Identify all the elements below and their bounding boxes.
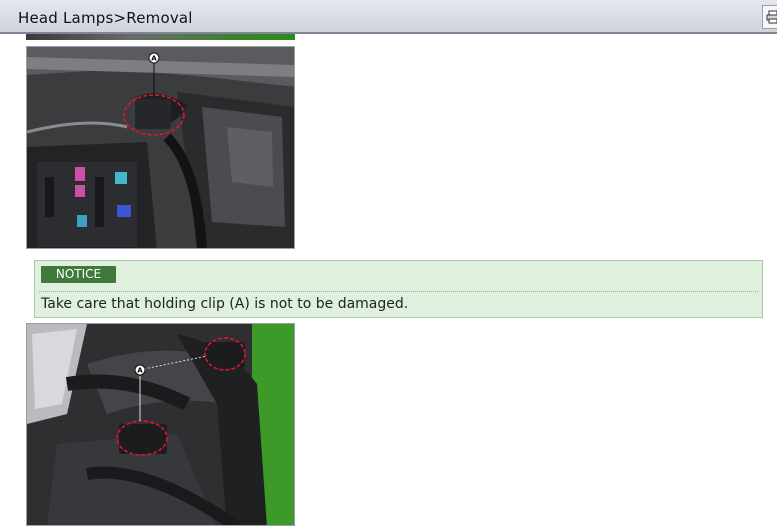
callout-label-a: A	[137, 367, 143, 375]
removal-photo-connector: A	[26, 46, 295, 249]
print-button[interactable]	[762, 5, 777, 29]
title-bar: Head Lamps>Removal	[0, 0, 777, 34]
notice-text: Take care that holding clip (A) is not t…	[41, 296, 409, 312]
removal-photo-holding-clips: A	[26, 323, 295, 526]
printer-icon	[766, 10, 777, 24]
notice-box: NOTICE Take care that holding clip (A) i…	[34, 260, 763, 318]
previous-figure-edge	[26, 34, 295, 40]
page-title: Head Lamps>Removal	[18, 9, 193, 27]
notice-badge: NOTICE	[41, 266, 116, 283]
callout-label-a: A	[151, 55, 157, 63]
notice-divider	[39, 291, 758, 292]
